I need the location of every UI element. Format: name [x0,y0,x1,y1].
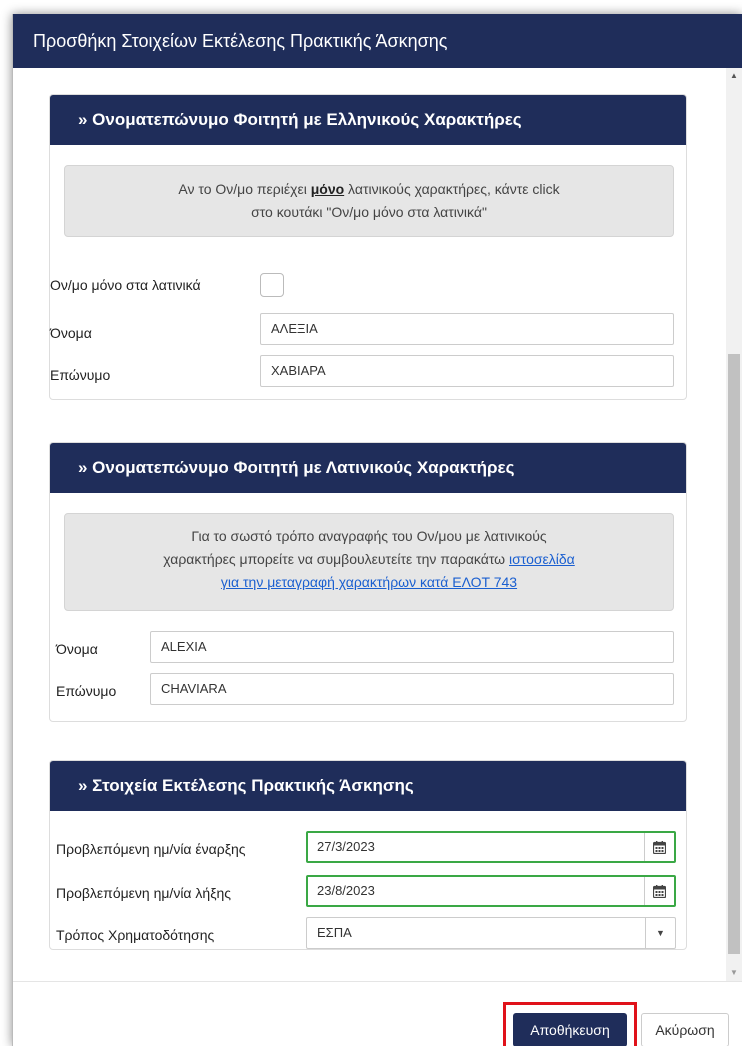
greek-name-panel-heading: » Ονοματεπώνυμο Φοιτητή με Ελληνικούς Χα… [50,95,686,145]
end-date-input[interactable]: 23/8/2023 [306,875,676,907]
scroll-down-arrow-icon[interactable]: ▼ [726,965,742,981]
latin-only-checkbox[interactable] [260,273,284,297]
funding-select[interactable]: ΕΣΠΑ ▼ [306,917,676,949]
notice-emphasis: μόνο [310,181,345,197]
cancel-button[interactable]: Ακύρωση [641,1013,729,1046]
modal-scrollbar[interactable]: ▲ ▼ [726,68,742,981]
greek-first-name-label: Όνομα [50,325,92,341]
latin-only-label: Ον/μο μόνο στα λατινικά [50,277,201,293]
elot-link-transliteration[interactable]: για την μεταγραφή χαρακτήρων κατά ΕΛΟΤ 7… [221,574,517,590]
start-date-value: 27/3/2023 [317,839,375,854]
modal-title: Προσθήκη Στοιχείων Εκτέλεσης Πρακτικής Ά… [33,31,448,51]
execution-details-panel: » Στοιχεία Εκτέλεσης Πρακτικής Άσκησης Π… [49,760,687,950]
greek-name-notice-line1: Αν το Ον/μο περιέχει μόνο λατινικούς χαρ… [178,181,560,197]
start-date-label: Προβλεπόμενη ημ/νία έναρξης [56,841,246,857]
end-date-label: Προβλεπόμενη ημ/νία λήξης [56,885,232,901]
latin-last-name-input[interactable]: CHAVIARA [150,673,674,705]
funding-label: Τρόπος Χρηματοδότησης [56,927,215,943]
latin-name-panel-heading: » Ονοματεπώνυμο Φοιτητή με Λατινικούς Χα… [50,443,686,493]
end-date-value: 23/8/2023 [317,883,375,898]
greek-last-name-input[interactable]: ΧΑΒΙΑΡΑ [260,355,674,387]
scroll-up-arrow-icon[interactable]: ▲ [726,68,742,84]
greek-first-name-input[interactable]: ΑΛΕΞΙΑ [260,313,674,345]
modal-body: » Ονοματεπώνυμο Φοιτητή με Ελληνικούς Χα… [13,68,742,981]
calendar-icon [653,884,666,898]
latin-last-name-label: Επώνυμο [56,683,117,699]
start-date-calendar-button[interactable] [644,833,674,861]
greek-last-name-label: Επώνυμο [50,367,111,383]
calendar-icon [653,840,666,854]
latin-name-notice-line1: Για το σωστό τρόπο αναγραφής του Ον/μου … [191,528,547,544]
latin-name-notice-line2: χαρακτήρες μπορείτε να συμβουλευτείτε τη… [163,551,575,567]
modal-dialog: Προσθήκη Στοιχείων Εκτέλεσης Πρακτικής Ά… [12,14,742,1046]
latin-first-name-input[interactable]: ALEXIA [150,631,674,663]
latin-name-notice: Για το σωστό τρόπο αναγραφής του Ον/μου … [64,513,674,611]
greek-name-panel: » Ονοματεπώνυμο Φοιτητή με Ελληνικούς Χα… [49,94,687,400]
modal-footer: Αποθήκευση Ακύρωση [13,981,742,1046]
greek-name-notice: Αν το Ον/μο περιέχει μόνο λατινικούς χαρ… [64,165,674,237]
funding-selected-value: ΕΣΠΑ [317,925,352,940]
elot-link-website[interactable]: ιστοσελίδα [509,551,575,567]
save-button[interactable]: Αποθήκευση [513,1013,627,1046]
greek-name-notice-line2: στο κουτάκι "Ον/μο μόνο στα λατινικά" [251,204,487,220]
scrollbar-thumb[interactable] [728,354,740,954]
latin-name-panel: » Ονοματεπώνυμο Φοιτητή με Λατινικούς Χα… [49,442,687,722]
modal-header: Προσθήκη Στοιχείων Εκτέλεσης Πρακτικής Ά… [13,14,742,68]
chevron-down-icon[interactable]: ▼ [645,918,675,948]
end-date-calendar-button[interactable] [644,877,674,905]
latin-name-notice-line3: για την μεταγραφή χαρακτήρων κατά ΕΛΟΤ 7… [65,571,673,594]
latin-first-name-label: Όνομα [56,641,98,657]
start-date-input[interactable]: 27/3/2023 [306,831,676,863]
execution-details-panel-heading: » Στοιχεία Εκτέλεσης Πρακτικής Άσκησης [50,761,686,811]
